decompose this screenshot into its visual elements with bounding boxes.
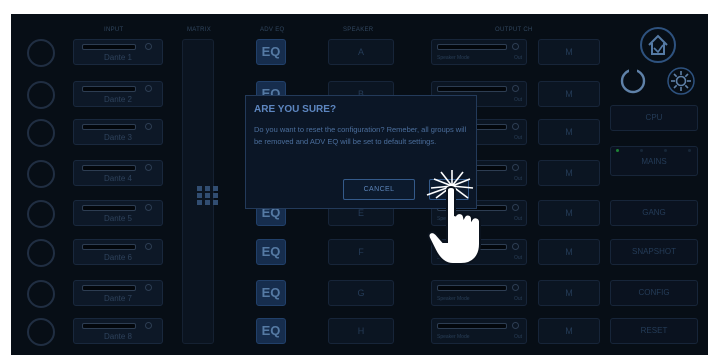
tap-hand-icon: [426, 170, 481, 265]
dialog-title: ARE YOU SURE?: [254, 104, 337, 115]
cancel-button[interactable]: CANCEL: [343, 179, 415, 200]
dialog-message: Do you want to reset the configuration? …: [254, 125, 467, 146]
mixer-screen: INPUT MATRIX ADV EQ SPEAKER OUTPUT CH Da…: [11, 14, 708, 355]
